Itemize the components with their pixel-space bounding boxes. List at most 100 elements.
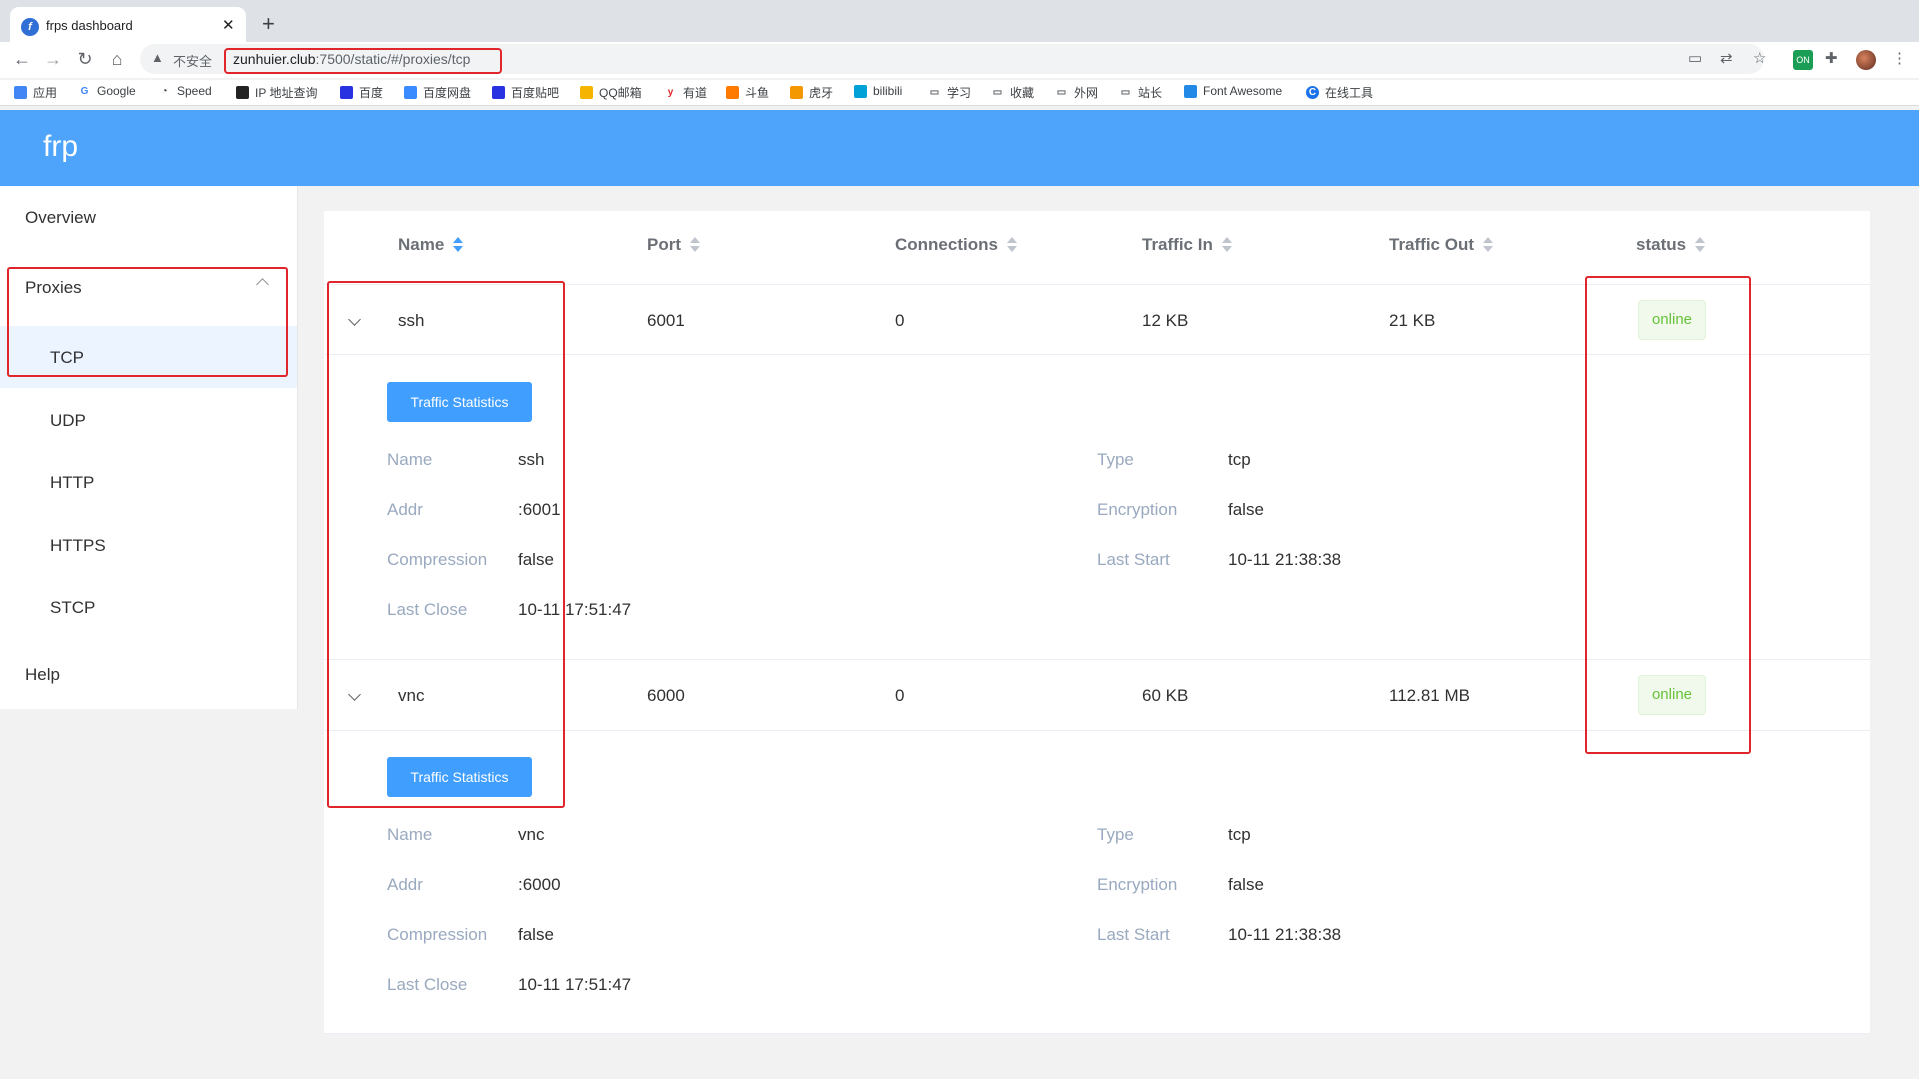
column-header-connections[interactable]: Connections xyxy=(895,235,1018,255)
back-icon[interactable]: ← xyxy=(8,45,36,73)
cell-traffic-in: 12 KB xyxy=(1142,311,1189,330)
bilibili-icon xyxy=(854,84,867,98)
cell-traffic-in: 60 KB xyxy=(1142,686,1189,705)
huya-icon xyxy=(790,86,803,99)
sort-caret-icon[interactable] xyxy=(1221,236,1233,254)
close-tab-icon[interactable]: ✕ xyxy=(222,16,235,34)
proxies-highlight-box xyxy=(7,267,288,377)
cell-port: 6000 xyxy=(647,686,685,705)
bookmark-folder-favorites[interactable]: ▭ 收藏 xyxy=(991,84,1034,101)
detail-label-type: Type xyxy=(1097,450,1134,469)
new-tab-button[interactable]: + xyxy=(262,10,275,38)
bookmark-folder-external[interactable]: ▭ 外网 xyxy=(1055,84,1098,101)
sidebar-item-overview[interactable]: Overview xyxy=(0,186,297,248)
sort-caret-icon[interactable] xyxy=(452,236,464,254)
detail-value-addr: :6000 xyxy=(518,875,561,894)
sidebar-item-label: HTTP xyxy=(50,473,95,492)
cast-icon[interactable]: ▭ xyxy=(1688,48,1702,70)
detail-value-compression: false xyxy=(518,925,554,944)
online-tools-icon: C xyxy=(1306,86,1319,99)
bookmark-star-icon[interactable]: ☆ xyxy=(1753,48,1766,70)
column-header-status[interactable]: status xyxy=(1636,235,1706,255)
column-header-port[interactable]: Port xyxy=(647,235,701,255)
qq-mail-icon xyxy=(580,86,593,99)
folder-icon: ▭ xyxy=(1119,86,1132,99)
detail-label-last-start: Last Start xyxy=(1097,550,1170,569)
bookmark-ip-lookup[interactable]: IP 地址查询 xyxy=(236,84,317,101)
menu-kebab-icon[interactable]: ⋮ xyxy=(1892,48,1907,70)
forward-icon[interactable]: → xyxy=(39,45,67,73)
bookmark-baidu-pan[interactable]: 百度网盘 xyxy=(404,84,471,101)
detail-label-type: Type xyxy=(1097,825,1134,844)
warning-icon[interactable]: ▲ xyxy=(151,50,164,65)
url-host: zunhuier.club xyxy=(233,51,316,67)
home-icon[interactable]: ⌂ xyxy=(103,45,131,73)
cell-port: 6001 xyxy=(647,311,685,330)
column-header-traffic-out[interactable]: Traffic Out xyxy=(1389,235,1494,255)
sidebar-item-help[interactable]: Help xyxy=(0,643,297,705)
font-awesome-flag-icon xyxy=(1184,84,1197,98)
bookmark-online-tools[interactable]: C 在线工具 xyxy=(1306,84,1373,101)
google-icon: G xyxy=(78,84,91,98)
sidebar-item-label: Overview xyxy=(25,208,96,227)
detail-label-addr: Addr xyxy=(387,875,423,894)
bookmark-speed[interactable]: ◔ Speed xyxy=(158,84,212,98)
url-text[interactable]: zunhuier.club:7500/static/#/proxies/tcp xyxy=(233,51,470,67)
bookmarks-bar: 应用 G Google ◔ Speed IP 地址查询 百度 百度网盘 百度贴吧 Q… xyxy=(0,80,1919,106)
sidebar-item-udp[interactable]: UDP xyxy=(0,389,297,451)
detail-value-encryption: false xyxy=(1228,500,1264,519)
detail-label-compression: Compression xyxy=(387,925,488,944)
column-header-traffic-in[interactable]: Traffic In xyxy=(1142,235,1233,255)
folder-icon: ▭ xyxy=(1055,86,1068,99)
bookmark-font-awesome[interactable]: Font Awesome xyxy=(1184,84,1282,98)
detail-value-last-start: 10-11 21:38:38 xyxy=(1228,925,1342,944)
sort-caret-icon[interactable] xyxy=(1006,236,1018,254)
bookmark-baidu-tieba[interactable]: 百度贴吧 xyxy=(492,84,559,101)
divider xyxy=(324,1033,1870,1034)
sidebar-item-stcp[interactable]: STCP xyxy=(0,576,297,638)
sort-caret-icon[interactable] xyxy=(1694,236,1706,254)
detail-value-last-start: 10-11 21:38:38 xyxy=(1228,550,1342,569)
cell-connections: 0 xyxy=(895,311,905,330)
bookmark-folder-webmaster[interactable]: ▭ 站长 xyxy=(1119,84,1162,101)
detail-value-type: tcp xyxy=(1228,825,1251,844)
bookmark-google[interactable]: G Google xyxy=(78,84,136,98)
bookmark-youdao[interactable]: y 有道 xyxy=(664,84,707,101)
extensions-puzzle-icon[interactable]: ✚ xyxy=(1825,48,1838,70)
sort-caret-icon[interactable] xyxy=(1482,236,1494,254)
extension-on-icon[interactable]: ON xyxy=(1793,50,1813,70)
sidebar-item-http[interactable]: HTTP xyxy=(0,451,297,513)
translate-icon[interactable]: ⇄ xyxy=(1720,48,1733,70)
folder-icon: ▭ xyxy=(991,86,1004,99)
detail-value-type: tcp xyxy=(1228,450,1251,469)
sidebar-item-https[interactable]: HTTPS xyxy=(0,514,297,576)
detail-label-last-start: Last Start xyxy=(1097,925,1170,944)
baidu-pan-icon xyxy=(404,86,417,99)
sort-caret-icon[interactable] xyxy=(689,236,701,254)
bookmark-douyu[interactable]: 斗鱼 xyxy=(726,84,769,101)
profile-avatar[interactable] xyxy=(1856,50,1876,70)
detail-value-last-close: 10-11 17:51:47 xyxy=(518,975,632,994)
douyu-icon xyxy=(726,86,739,99)
detail-label-encryption: Encryption xyxy=(1097,500,1178,519)
bookmark-baidu[interactable]: 百度 xyxy=(340,84,383,101)
bookmark-qq-mail[interactable]: QQ邮箱 xyxy=(580,84,642,101)
cell-traffic-out: 21 KB xyxy=(1389,311,1436,330)
detail-label-last-close: Last Close xyxy=(387,975,468,994)
baidu-paw-icon xyxy=(340,86,353,99)
sidebar-item-label: Help xyxy=(25,665,60,684)
app-header: frp xyxy=(0,110,1919,186)
bookmark-folder-study[interactable]: ▭ 学习 xyxy=(928,84,971,101)
bookmark-huya[interactable]: 虎牙 xyxy=(790,84,833,101)
column-header-name[interactable]: Name xyxy=(398,235,464,255)
bookmark-apps[interactable]: 应用 xyxy=(14,84,57,101)
reload-icon[interactable]: ↻ xyxy=(71,45,99,73)
bookmark-bilibili[interactable]: bilibili xyxy=(854,84,902,98)
app-logo[interactable]: frp xyxy=(43,130,78,164)
detail-value-name: vnc xyxy=(518,825,545,844)
detail-value-encryption: false xyxy=(1228,875,1264,894)
url-path: :7500/static/#/proxies/tcp xyxy=(315,51,471,67)
security-label[interactable]: 不安全 xyxy=(173,51,212,70)
name-column-highlight-box xyxy=(327,281,565,808)
browser-toolbar: ← → ↻ ⌂ ▲ 不安全 zunhuier.club:7500/static/… xyxy=(0,42,1919,78)
